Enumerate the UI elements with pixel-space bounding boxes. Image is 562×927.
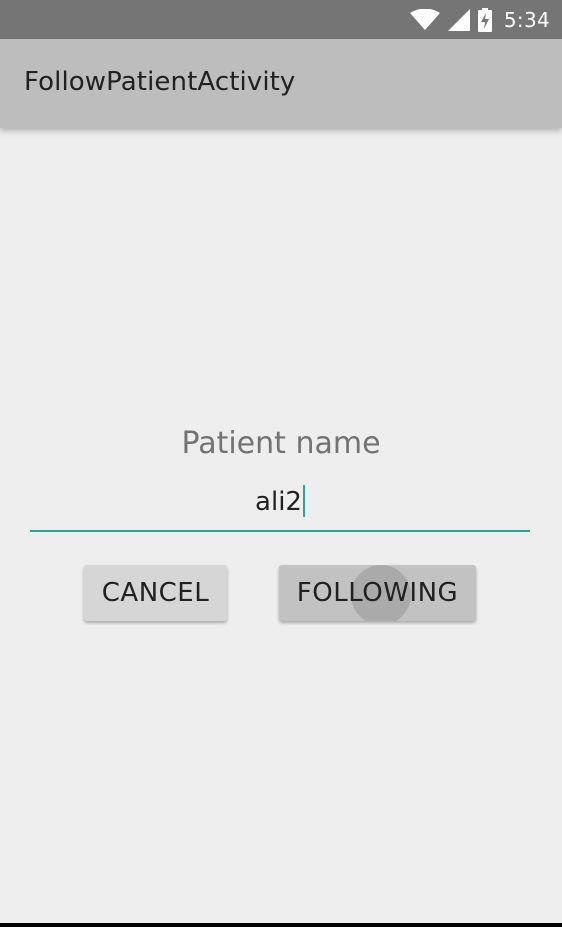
status-icons: 5:34 bbox=[409, 0, 550, 39]
patient-name-input[interactable]: ali2 bbox=[30, 482, 530, 522]
status-clock: 5:34 bbox=[503, 7, 550, 32]
app-bar: FollowPatientActivity bbox=[0, 39, 562, 128]
signal-icon bbox=[447, 8, 470, 31]
content-area: Patient name ali2 CANCEL FOLLOWING bbox=[0, 128, 562, 923]
cancel-button-label: CANCEL bbox=[101, 578, 210, 608]
app-title: FollowPatientActivity bbox=[24, 67, 296, 97]
battery-charging-icon bbox=[477, 7, 492, 32]
input-underline bbox=[30, 530, 530, 532]
patient-name-label: Patient name bbox=[181, 426, 381, 461]
wifi-icon bbox=[409, 8, 440, 30]
following-button[interactable]: FOLLOWING bbox=[279, 565, 476, 621]
patient-name-value: ali2 bbox=[255, 487, 302, 517]
text-caret bbox=[302, 484, 305, 517]
following-button-label: FOLLOWING bbox=[296, 578, 459, 608]
status-bar: 5:34 bbox=[0, 0, 562, 39]
cancel-button[interactable]: CANCEL bbox=[84, 565, 227, 621]
bottom-edge bbox=[0, 923, 562, 927]
patient-name-field[interactable]: ali2 bbox=[30, 482, 530, 532]
